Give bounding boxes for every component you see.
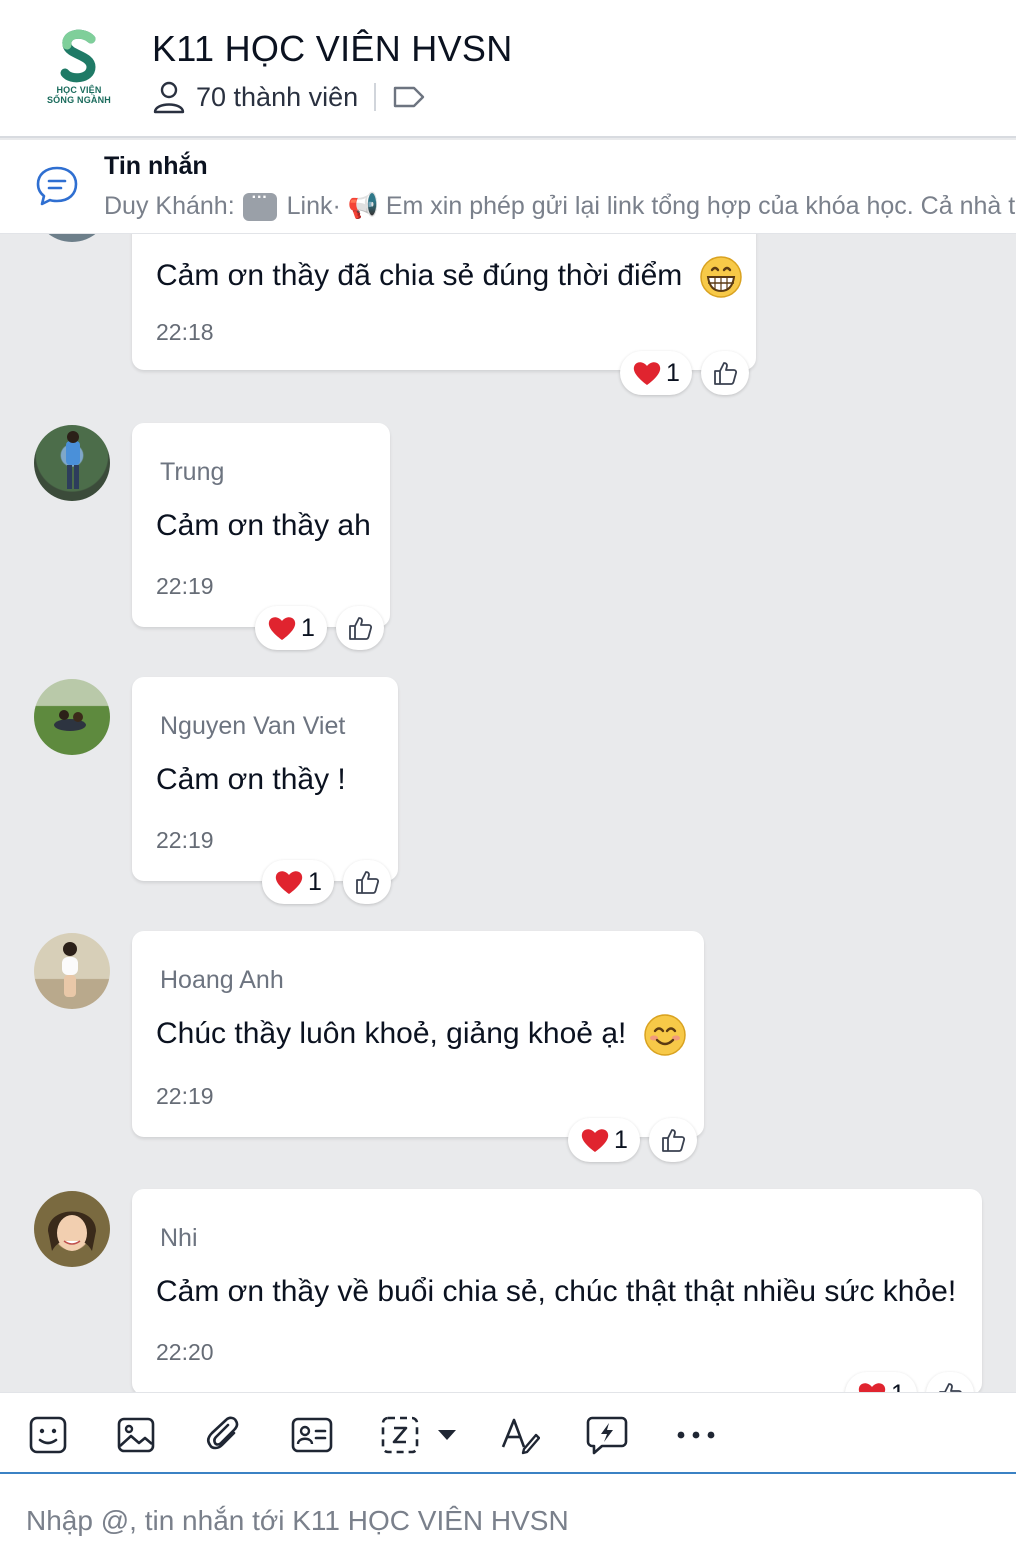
screenshot-button[interactable] bbox=[380, 1413, 420, 1457]
thumbs-up-icon bbox=[662, 1129, 686, 1152]
sender-name[interactable]: Nguyen Van Viet bbox=[160, 712, 345, 741]
brand-logo-icon bbox=[60, 29, 96, 83]
member-info: 70 thành viên bbox=[152, 80, 436, 114]
heart-count: 1 bbox=[666, 358, 680, 387]
avatar[interactable] bbox=[34, 679, 110, 755]
like-button[interactable] bbox=[649, 1118, 697, 1162]
avatar[interactable] bbox=[34, 234, 110, 242]
message-text: Cảm ơn thầy ! bbox=[156, 763, 346, 796]
tag-icon[interactable] bbox=[392, 84, 426, 110]
more-button[interactable] bbox=[676, 1413, 716, 1457]
composer-toolbar bbox=[0, 1392, 1016, 1474]
message-composer bbox=[0, 1474, 1016, 1568]
grinning-emoji-icon bbox=[699, 256, 742, 298]
pinned-message-bar[interactable]: Tin nhắn Duy Khánh: Link · 📢 Em xin phép… bbox=[0, 140, 1016, 234]
logo-text-line2: SỐNG NGÀNH bbox=[46, 95, 111, 105]
thumbs-up-icon bbox=[939, 1383, 962, 1392]
person-photo-icon bbox=[54, 710, 86, 731]
message-text-content: Chúc thầy luôn khoẻ, giảng khoẻ ạ! bbox=[156, 1016, 627, 1050]
person-icon bbox=[153, 81, 185, 114]
thumbs-up-icon bbox=[714, 362, 738, 385]
screenshot-options-dropdown[interactable] bbox=[436, 1413, 458, 1457]
text-format-icon bbox=[501, 1418, 540, 1455]
thumbs-up-icon bbox=[356, 871, 380, 894]
contact-card-icon bbox=[291, 1417, 333, 1453]
message-bubble[interactable]: Hoang Anh Chúc thầy luôn khoẻ, giảng kho… bbox=[132, 931, 704, 1137]
heart-reaction[interactable]: 1 bbox=[568, 1118, 640, 1162]
heart-icon bbox=[275, 871, 303, 894]
heart-icon bbox=[268, 617, 296, 640]
heart-icon bbox=[858, 1383, 886, 1392]
sticker-icon bbox=[29, 1416, 67, 1454]
like-button[interactable] bbox=[701, 351, 749, 395]
message-time: 22:20 bbox=[156, 1339, 214, 1365]
quick-message-button[interactable] bbox=[586, 1413, 628, 1457]
heart-icon bbox=[581, 1129, 609, 1152]
pinned-title: Tin nhắn bbox=[104, 152, 208, 180]
sticker-button[interactable] bbox=[28, 1413, 68, 1457]
pinned-preview-text: · 📢 Em xin phép gửi lại link tổng hợp củ… bbox=[332, 192, 1016, 220]
format-text-button[interactable] bbox=[500, 1413, 540, 1457]
member-count[interactable]: 70 thành viên bbox=[196, 82, 358, 113]
person-photo-icon bbox=[62, 942, 78, 997]
heart-count: 1 bbox=[308, 867, 322, 896]
contact-card-button[interactable] bbox=[290, 1413, 334, 1457]
link-icon bbox=[242, 189, 277, 221]
screenshot-icon bbox=[381, 1416, 419, 1454]
chat-header: HỌC VIỆN SỐNG NGÀNH K11 HỌC VIÊN HVSN 70… bbox=[0, 0, 1016, 138]
message-time: 22:19 bbox=[156, 827, 214, 853]
heart-icon bbox=[633, 362, 661, 385]
message-input[interactable] bbox=[26, 1496, 986, 1546]
message-text-content: Cảm ơn thầy đã chia sẻ đúng thời điểm bbox=[156, 258, 683, 292]
message-list[interactable]: Cảm ơn thầy đã chia sẻ đúng thời điểm 22… bbox=[0, 234, 1016, 1392]
avatar[interactable] bbox=[34, 1191, 110, 1267]
message-bubble-icon bbox=[36, 166, 78, 206]
more-dots-icon bbox=[677, 1431, 715, 1439]
message-text: Chúc thầy luôn khoẻ, giảng khoẻ ạ! bbox=[156, 1013, 687, 1057]
message-bubble[interactable]: Nguyen Van Viet Cảm ơn thầy ! 22:19 bbox=[132, 677, 398, 881]
sender-name[interactable]: Trung bbox=[160, 458, 224, 487]
sender-name[interactable]: Hoang Anh bbox=[160, 966, 284, 995]
message-time: 22:19 bbox=[156, 573, 214, 599]
heart-reaction[interactable]: 1 bbox=[255, 606, 327, 650]
heart-count: 1 bbox=[614, 1125, 628, 1154]
message-bubble[interactable]: Cảm ơn thầy đã chia sẻ đúng thời điểm 22… bbox=[132, 234, 756, 370]
message-text: Cảm ơn thầy về buổi chia sẻ, chúc thật t… bbox=[156, 1275, 957, 1308]
heart-reaction[interactable]: 1 bbox=[845, 1372, 917, 1392]
heart-reaction[interactable]: 1 bbox=[620, 351, 692, 395]
avatar[interactable] bbox=[34, 933, 110, 1009]
logo-text-line1: HỌC VIỆN bbox=[56, 85, 102, 95]
image-icon bbox=[117, 1417, 155, 1453]
thumbs-up-icon bbox=[349, 617, 373, 640]
person-photo-icon bbox=[48, 1211, 96, 1251]
lightning-chat-icon bbox=[586, 1416, 628, 1455]
smile-emoji-icon bbox=[643, 1014, 686, 1056]
avatar[interactable] bbox=[34, 425, 110, 501]
message-time: 22:19 bbox=[156, 1083, 214, 1109]
image-button[interactable] bbox=[116, 1413, 156, 1457]
like-button[interactable] bbox=[336, 606, 384, 650]
sender-name[interactable]: Nhi bbox=[160, 1224, 198, 1253]
pinned-preview: Duy Khánh: Link · 📢 Em xin phép gửi lại … bbox=[104, 189, 1016, 221]
caret-down-icon bbox=[438, 1430, 456, 1440]
like-button[interactable] bbox=[343, 860, 391, 904]
attach-button[interactable] bbox=[204, 1413, 244, 1457]
pinned-sender: Duy Khánh: bbox=[104, 192, 235, 220]
group-name[interactable]: K11 HỌC VIÊN HVSN bbox=[152, 28, 513, 70]
paperclip-icon bbox=[206, 1416, 239, 1450]
divider bbox=[374, 83, 377, 111]
group-avatar[interactable]: HỌC VIỆN SỐNG NGÀNH bbox=[32, 20, 126, 114]
heart-count: 1 bbox=[301, 613, 315, 642]
message-bubble[interactable]: Nhi Cảm ơn thầy về buổi chia sẻ, chúc th… bbox=[132, 1189, 982, 1392]
message-time: 22:18 bbox=[156, 319, 214, 345]
heart-count: 1 bbox=[891, 1380, 905, 1393]
person-photo-icon bbox=[66, 431, 80, 489]
heart-reaction[interactable]: 1 bbox=[262, 860, 334, 904]
message-text: Cảm ơn thầy đã chia sẻ đúng thời điểm bbox=[156, 255, 743, 299]
pinned-link-label: Link bbox=[286, 192, 333, 220]
message-text: Cảm ơn thầy ah bbox=[156, 509, 371, 542]
message-bubble[interactable]: Trung Cảm ơn thầy ah 22:19 bbox=[132, 423, 390, 627]
